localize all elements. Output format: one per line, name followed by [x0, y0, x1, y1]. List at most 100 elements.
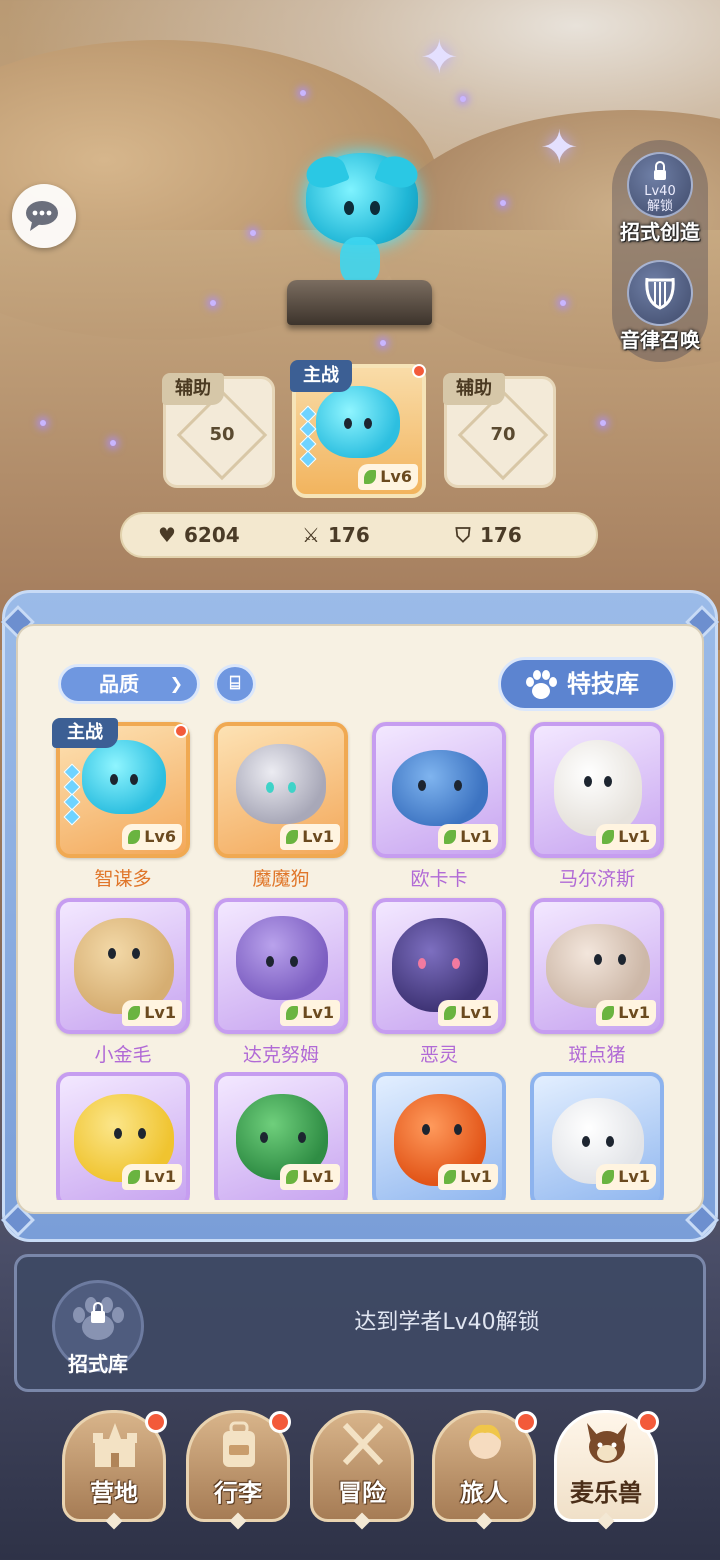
backpack-icon — [223, 1421, 255, 1467]
move-create-label: 招式创造 — [620, 220, 700, 244]
move-library-label: 招式库 — [68, 1352, 128, 1376]
level-badge: Lv1 — [596, 1164, 656, 1190]
nav-adventure[interactable]: 冒险 — [310, 1410, 414, 1530]
book-pedestal — [287, 280, 432, 325]
nav-traveler[interactable]: 旅人 — [432, 1410, 537, 1530]
hp-stat: ♥ 6204 — [156, 514, 240, 556]
notification-dot — [145, 1411, 167, 1433]
unlock-level: 70 — [490, 424, 516, 445]
pet-portrait — [236, 916, 328, 1000]
notification-dot — [174, 724, 188, 738]
pet-portrait — [236, 744, 326, 824]
pet-card[interactable]: Lv1 — [530, 898, 664, 1038]
level-badge: Lv6 — [358, 464, 418, 490]
notification-dot — [515, 1411, 537, 1433]
skill-library-button[interactable]: 特技库 — [498, 657, 676, 711]
pet-name: 魔魔狗 — [252, 868, 310, 890]
pet-card-frame: Lv1 — [214, 898, 348, 1034]
lock-icon: Lv40 解锁 — [627, 152, 693, 218]
team-stats-bar: ♥ 6204 ⚔ 176 ⛉ 176 — [120, 512, 598, 558]
pet-card-frame: Lv1 — [372, 722, 506, 858]
nav-label: 旅人 — [460, 1479, 508, 1507]
pet-card-frame: Lv1 — [372, 1072, 506, 1200]
pet-card[interactable]: Lv1 — [372, 898, 506, 1038]
level-badge: Lv6 — [122, 824, 182, 850]
book-icon[interactable]: ⌸ — [214, 664, 256, 704]
pet-card-frame: Lv1 — [56, 898, 190, 1034]
lyre-icon — [627, 260, 693, 326]
pet-name: 达克努姆 — [242, 1044, 319, 1066]
nav-label: 冒险 — [338, 1479, 386, 1507]
pet-portrait — [316, 386, 400, 458]
level-badge: Lv1 — [438, 824, 498, 850]
unlock-requirement-text: 达到学者Lv40解锁 — [354, 1310, 540, 1335]
nav-camp[interactable]: 营地 — [62, 1410, 167, 1530]
attack-stat: ⚔ 176 — [300, 514, 370, 556]
paw-icon — [526, 670, 557, 699]
pet-card[interactable]: Lv1 — [214, 1072, 348, 1200]
crossed-swords-icon — [342, 1422, 384, 1466]
traveler-icon — [469, 1424, 501, 1459]
pet-name: 欧卡卡 — [410, 868, 468, 890]
pet-card-frame: Lv1 — [530, 898, 664, 1034]
main-battle-slot[interactable]: 主战 Lv6 — [290, 360, 426, 498]
fox-pet-icon — [587, 1423, 627, 1463]
nav-pets[interactable]: 麦乐兽 — [554, 1410, 659, 1530]
pet-card[interactable]: Lv1 — [530, 1072, 664, 1200]
castle-icon — [93, 1423, 137, 1467]
quality-filter-button[interactable]: 品质 ❯ — [58, 664, 200, 704]
notification-dot — [412, 364, 426, 378]
pet-name: 小金毛 — [94, 1044, 152, 1066]
notification-dot — [637, 1411, 659, 1433]
chevron-right-icon: ❯ — [169, 674, 183, 693]
level-badge: Lv1 — [596, 824, 656, 850]
pet-portrait — [546, 924, 650, 1008]
pet-card-frame: Lv1 — [214, 1072, 348, 1200]
level-badge: Lv1 — [596, 1000, 656, 1026]
level-badge: Lv1 — [438, 1000, 498, 1026]
level-badge: Lv1 — [122, 1164, 182, 1190]
level-badge: Lv1 — [280, 824, 340, 850]
melody-summon-button[interactable]: 音律召唤 — [612, 250, 708, 360]
chat-button[interactable] — [12, 184, 76, 248]
pet-name: 马尔济斯 — [558, 868, 635, 890]
main-battle-tag: 主战 — [290, 360, 352, 392]
pet-portrait — [554, 740, 642, 836]
nav-label: 行李 — [214, 1479, 262, 1507]
stage-pet-model[interactable] — [288, 145, 433, 295]
pet-name: 斑点猪 — [568, 1044, 626, 1066]
unlock-level: 50 — [209, 424, 235, 445]
level-badge: Lv1 — [122, 1000, 182, 1026]
pet-card[interactable]: Lv1 — [56, 898, 190, 1038]
pet-card[interactable]: Lv1 — [372, 722, 506, 862]
nav-label: 麦乐兽 — [570, 1479, 642, 1507]
pet-card[interactable]: Lv1 — [56, 1072, 190, 1200]
pet-portrait — [392, 750, 488, 826]
pet-name: 智谋多 — [94, 868, 152, 890]
defense-stat: ⛉ 176 — [452, 514, 522, 556]
pet-card[interactable]: Lv1 — [372, 1072, 506, 1200]
side-button-group: Lv40 解锁 招式创造 音律召唤 — [612, 140, 708, 362]
star-rank — [63, 763, 81, 826]
shield-icon: ⛉ — [455, 523, 471, 547]
nav-label: 营地 — [90, 1479, 138, 1507]
pet-card-frame: Lv1 — [56, 1072, 190, 1200]
level-badge: Lv1 — [280, 1164, 340, 1190]
chat-bubble-icon — [26, 201, 58, 231]
pet-card[interactable]: Lv1 — [530, 722, 664, 862]
melody-summon-label: 音律召唤 — [620, 328, 700, 352]
support-tag: 辅助 — [443, 373, 505, 405]
pet-name: 恶灵 — [419, 1044, 458, 1066]
star-rank — [299, 405, 317, 468]
support-slot-right[interactable]: 辅助 70 — [443, 373, 556, 488]
pet-card-frame: Lv1 — [530, 722, 664, 858]
pet-card[interactable]: Lv1 — [214, 722, 348, 862]
nav-luggage[interactable]: 行李 — [186, 1410, 291, 1530]
move-create-button[interactable]: Lv40 解锁 招式创造 — [612, 142, 708, 252]
pet-card[interactable]: Lv1 — [214, 898, 348, 1038]
pet-card[interactable]: Lv6 主战 — [52, 718, 190, 862]
level-badge: Lv1 — [280, 1000, 340, 1026]
pet-card-frame: Lv1 — [530, 1072, 664, 1200]
support-slot-left[interactable]: 辅助 50 — [162, 373, 275, 488]
main-battle-tag: 主战 — [52, 718, 118, 748]
